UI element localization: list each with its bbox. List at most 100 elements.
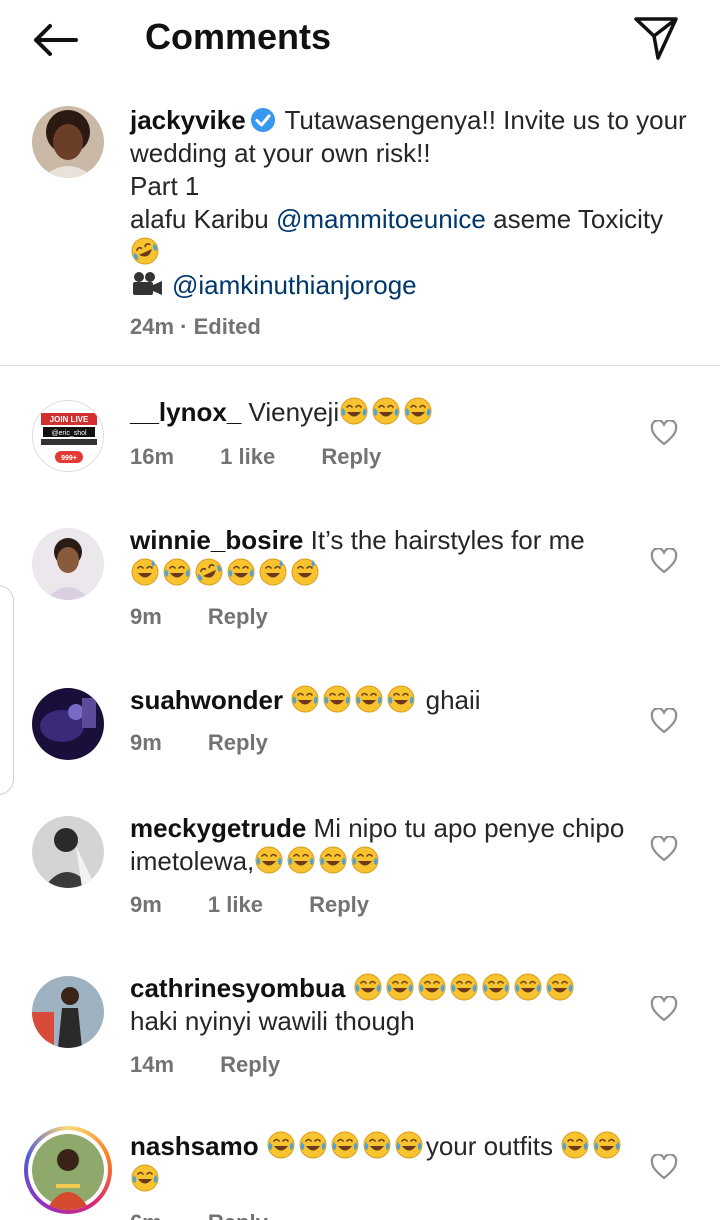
joy-emoji-icon [482, 973, 510, 1001]
edited-label: Edited [193, 314, 261, 339]
comment-body: haki nyinyi wawili though [130, 1006, 415, 1036]
sweat-smile-emoji-icon [259, 558, 287, 586]
caption-text: jackyvike Tutawasengenya!! Invite us to … [130, 104, 690, 302]
caption-time: 24m [130, 314, 175, 339]
caption-line-3b: aseme Toxicity [485, 204, 664, 234]
heart-icon[interactable] [650, 708, 678, 734]
joy-emoji-icon [163, 558, 191, 586]
caption-line-3a: alafu Karibu [130, 204, 276, 234]
joy-emoji-icon [363, 1131, 391, 1159]
rofl-emoji-icon [131, 237, 159, 265]
joy-emoji-icon [287, 846, 315, 874]
comment-username[interactable]: suahwonder [130, 685, 283, 715]
comment-username[interactable]: winnie_bosire [130, 525, 303, 555]
joy-emoji-icon [514, 973, 542, 1001]
comment-body: It’s the hairstyles for me [310, 525, 585, 555]
comment-time: 6m [130, 1210, 162, 1220]
send-direct-icon[interactable] [630, 14, 682, 62]
comment-time: 14m [130, 1052, 175, 1077]
heart-icon[interactable] [650, 548, 678, 574]
joy-emoji-icon [546, 973, 574, 1001]
caption-meta: 24m · Edited [130, 314, 261, 340]
comment-text: cathrinesyombua haki nyinyi wawili thoug… [130, 972, 640, 1038]
reply-button[interactable]: Reply [208, 1210, 268, 1220]
sweat-smile-emoji-icon [131, 558, 159, 586]
joy-emoji-icon [255, 846, 283, 874]
comment-text: nashsamo your outfits [130, 1130, 640, 1196]
comment-time: 9m [130, 892, 162, 917]
comment-likes[interactable]: 1 like [220, 444, 275, 469]
joy-emoji-icon [372, 397, 400, 425]
comment-text: meckygetrude Mi nipo tu apo penye chipo … [130, 812, 640, 878]
mention-link[interactable]: @iamkinuthianjoroge [172, 270, 417, 300]
comment-username[interactable]: cathrinesyombua [130, 973, 345, 1003]
reply-button[interactable]: Reply [321, 444, 381, 469]
caption-avatar[interactable] [32, 106, 104, 178]
reply-button[interactable]: Reply [208, 604, 268, 629]
comment-item: JOIN LIVE @eric_shol 999+ __lynox_ Vieny… [0, 396, 720, 506]
caption-username[interactable]: jackyvike [130, 105, 246, 135]
comment-username[interactable]: meckygetrude [130, 813, 306, 843]
avatar-handle-text: @eric_shol [51, 430, 87, 437]
mention-link[interactable]: @mammitoeunice [276, 204, 486, 234]
comment-text: __lynox_ Vienyeji [130, 396, 640, 429]
avatar-join-live-text: JOIN LIVE [50, 415, 89, 424]
reply-button[interactable]: Reply [208, 730, 268, 755]
video-camera-icon [133, 272, 162, 295]
joy-emoji-icon [340, 397, 368, 425]
joy-emoji-icon [131, 1164, 159, 1192]
comment-body: Vienyeji [248, 397, 340, 427]
joy-emoji-icon [355, 685, 383, 713]
comment-time: 9m [130, 604, 162, 629]
joy-emoji-icon [418, 973, 446, 1001]
caption-line-2: Part 1 [130, 171, 200, 201]
joy-emoji-icon [319, 846, 347, 874]
story-ring-avatar[interactable] [24, 1126, 112, 1214]
rofl-emoji-icon [195, 558, 223, 586]
joy-emoji-icon [299, 1131, 327, 1159]
comment-meta: 9m 1 like Reply [130, 892, 409, 918]
joy-emoji-icon [593, 1131, 621, 1159]
comment-item: nashsamo your outfits 6m Reply [0, 1126, 720, 1220]
comment-avatar[interactable] [32, 528, 104, 600]
comment-username[interactable]: nashsamo [130, 1131, 259, 1161]
post-caption: jackyvike Tutawasengenya!! Invite us to … [0, 90, 720, 366]
comment-likes[interactable]: 1 like [208, 892, 263, 917]
heart-icon[interactable] [650, 420, 678, 446]
joy-emoji-icon [267, 1131, 295, 1159]
reply-button[interactable]: Reply [309, 892, 369, 917]
verified-badge-icon [250, 108, 275, 132]
comment-avatar[interactable] [32, 688, 104, 760]
joy-emoji-icon [404, 397, 432, 425]
header-bar: Comments [0, 0, 720, 80]
joy-emoji-icon [387, 685, 415, 713]
comment-time: 16m [130, 444, 175, 469]
heart-icon[interactable] [650, 1154, 678, 1180]
joy-emoji-icon [561, 1131, 589, 1159]
joy-emoji-icon [323, 685, 351, 713]
joy-emoji-icon [331, 1131, 359, 1159]
comment-item: meckygetrude Mi nipo tu apo penye chipo … [0, 812, 720, 942]
back-arrow-icon[interactable] [28, 18, 84, 62]
comment-meta: 14m Reply [130, 1052, 320, 1078]
meta-separator: · [180, 314, 188, 339]
comment-body: your outfits [425, 1131, 554, 1161]
comment-time: 9m [130, 730, 162, 755]
heart-icon[interactable] [650, 836, 678, 862]
heart-icon[interactable] [650, 996, 678, 1022]
joy-emoji-icon [450, 973, 478, 1001]
joy-emoji-icon [291, 685, 319, 713]
comment-meta: 9m Reply [130, 730, 308, 756]
reply-button[interactable]: Reply [220, 1052, 280, 1077]
joy-emoji-icon [227, 558, 255, 586]
comment-body: ghaii [425, 685, 481, 715]
comment-username[interactable]: __lynox_ [130, 397, 241, 427]
comment-avatar[interactable] [32, 976, 104, 1048]
comment-item: cathrinesyombua haki nyinyi wawili thoug… [0, 972, 720, 1102]
comment-avatar[interactable] [32, 816, 104, 888]
comment-text: winnie_bosire It’s the hairstyles for me [130, 524, 640, 590]
avatar-badge-text: 999+ [61, 455, 77, 462]
sweat-smile-emoji-icon [291, 558, 319, 586]
comment-avatar[interactable]: JOIN LIVE @eric_shol 999+ [32, 400, 104, 472]
comment-meta: 9m Reply [130, 604, 308, 630]
